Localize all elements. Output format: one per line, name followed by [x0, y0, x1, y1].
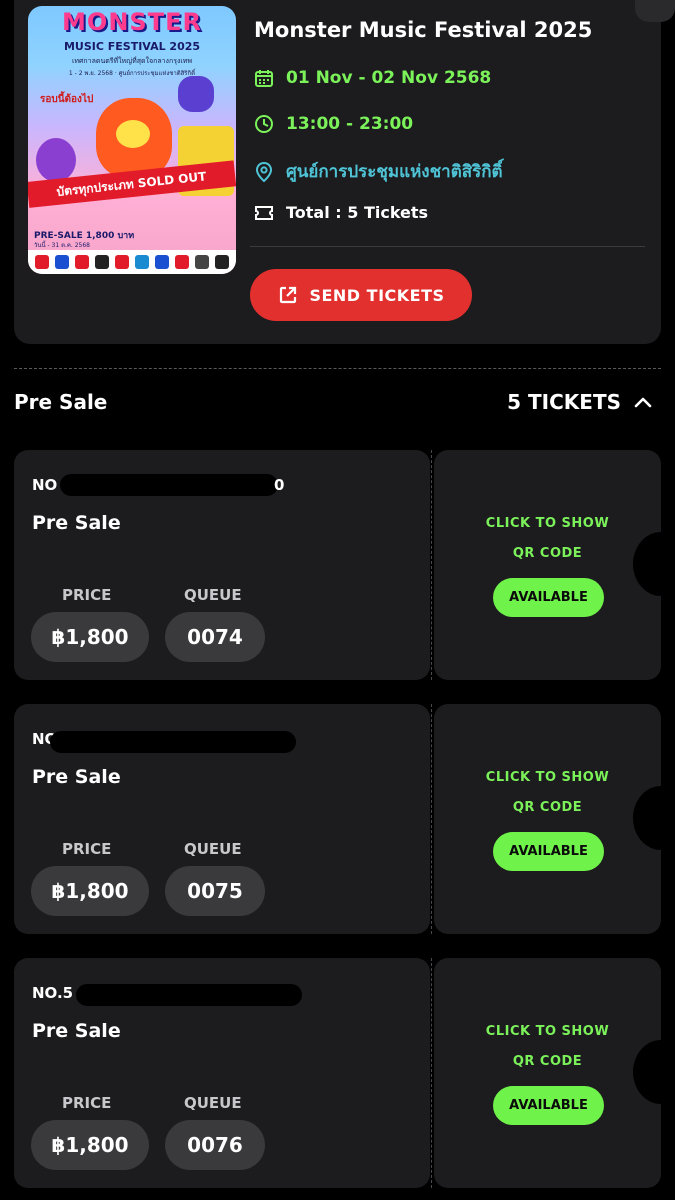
poster-thai-line: เทศกาลดนตรีที่ใหญ่ที่สุดใจกลางกรุงเทพ	[71, 57, 193, 65]
queue-label: QUEUE	[184, 1094, 242, 1112]
poster-dates: วันนี้ - 31 ต.ค. 2568	[34, 242, 90, 249]
qr-hint-line1: CLICK TO SHOW	[485, 770, 610, 785]
poster-monster-blue	[178, 76, 214, 112]
price-value: ฿1,800	[31, 1120, 149, 1170]
qr-hint-line2: QR CODE	[512, 800, 583, 815]
redaction-mark	[50, 731, 296, 753]
event-venue[interactable]: ศูนย์การประชุมแห่งชาติสิริกิติ์	[286, 158, 503, 185]
price-label: PRICE	[62, 586, 112, 604]
qr-hint-line1: CLICK TO SHOW	[485, 516, 610, 531]
price-label: PRICE	[62, 840, 112, 858]
chevron-up-icon	[634, 397, 652, 408]
ticket-perforation	[431, 958, 432, 1188]
price-value: ฿1,800	[31, 612, 149, 662]
ticket-number: NO	[32, 476, 58, 494]
price-label: PRICE	[62, 1094, 112, 1112]
event-total-row: Total : 5 Tickets	[254, 203, 428, 222]
qr-hint-line2: QR CODE	[512, 546, 583, 561]
show-qr-panel[interactable]: CLICK TO SHOW QR CODE AVAILABLE	[434, 958, 661, 1188]
queue-value: 0074	[165, 612, 265, 662]
show-qr-panel[interactable]: CLICK TO SHOW QR CODE AVAILABLE	[434, 450, 661, 680]
redaction-mark	[76, 984, 302, 1006]
qr-hint-line1: CLICK TO SHOW	[485, 1024, 610, 1039]
show-qr-panel[interactable]: CLICK TO SHOW QR CODE AVAILABLE	[434, 704, 661, 934]
poster-subtitle: MUSIC FESTIVAL 2025	[63, 40, 201, 53]
section-divider	[14, 368, 661, 369]
ticket-type: Pre Sale	[32, 766, 121, 788]
send-tickets-button[interactable]: SEND TICKETS	[250, 269, 472, 321]
event-total: Total : 5 Tickets	[286, 203, 429, 222]
ticket-card: NO 0 Pre Sale PRICE QUEUE ฿1,800 0074	[14, 450, 430, 680]
ticket-card: NO Pre Sale PRICE QUEUE ฿1,800 0075	[14, 704, 430, 934]
location-pin-icon	[255, 161, 273, 182]
poster-sponsor-strip	[28, 250, 236, 274]
poster-mascot	[96, 98, 172, 178]
queue-label: QUEUE	[184, 840, 242, 858]
section-title: Pre Sale	[14, 390, 108, 414]
available-button[interactable]: AVAILABLE	[493, 832, 604, 871]
qr-hint-line2: QR CODE	[512, 1054, 583, 1069]
event-title: Monster Music Festival 2025	[254, 18, 593, 42]
available-button[interactable]: AVAILABLE	[493, 1086, 604, 1125]
external-link-icon	[280, 286, 297, 304]
event-date-row: 01 Nov - 02 Nov 2568	[254, 68, 491, 88]
queue-value: 0076	[165, 1120, 265, 1170]
calendar-icon	[255, 70, 273, 87]
ticket-type: Pre Sale	[32, 1020, 121, 1042]
menu-corner-button[interactable]	[635, 0, 675, 22]
ticket-card: NO.5 Pre Sale PRICE QUEUE ฿1,800 0076	[14, 958, 430, 1188]
event-divider	[250, 246, 645, 247]
redaction-mark	[60, 474, 278, 496]
send-tickets-label: SEND TICKETS	[309, 285, 445, 305]
ticket-number-tail: 0	[274, 476, 285, 494]
event-time: 13:00 - 23:00	[286, 114, 414, 134]
clock-icon	[255, 115, 273, 133]
ticket-notch	[633, 1040, 661, 1104]
poster-note: รอบนี้ต้องไป	[40, 94, 94, 105]
ticket-type: Pre Sale	[32, 512, 121, 534]
section-toggle[interactable]: 5 TICKETS	[507, 390, 653, 414]
price-value: ฿1,800	[31, 866, 149, 916]
queue-value: 0075	[165, 866, 265, 916]
event-date: 01 Nov - 02 Nov 2568	[286, 68, 492, 88]
ticket-perforation	[431, 704, 432, 934]
ticket-icon	[255, 205, 273, 220]
poster-logo: MONSTER	[62, 8, 202, 36]
event-venue-row[interactable]: ศูนย์การประชุมแห่งชาติสิริกิติ์	[254, 158, 503, 185]
available-button[interactable]: AVAILABLE	[493, 578, 604, 617]
event-poster-image: MONSTER MUSIC FESTIVAL 2025 เทศกาลดนตรีท…	[28, 6, 236, 274]
ticket-notch	[633, 786, 661, 850]
poster-monster-purple	[36, 138, 76, 182]
event-time-row: 13:00 - 23:00	[254, 114, 413, 134]
ticket-perforation	[431, 450, 432, 680]
ticket-notch	[633, 532, 661, 596]
ticket-number: NO.5	[32, 984, 74, 1002]
ticket-count: 5 TICKETS	[507, 390, 621, 414]
queue-label: QUEUE	[184, 586, 242, 604]
